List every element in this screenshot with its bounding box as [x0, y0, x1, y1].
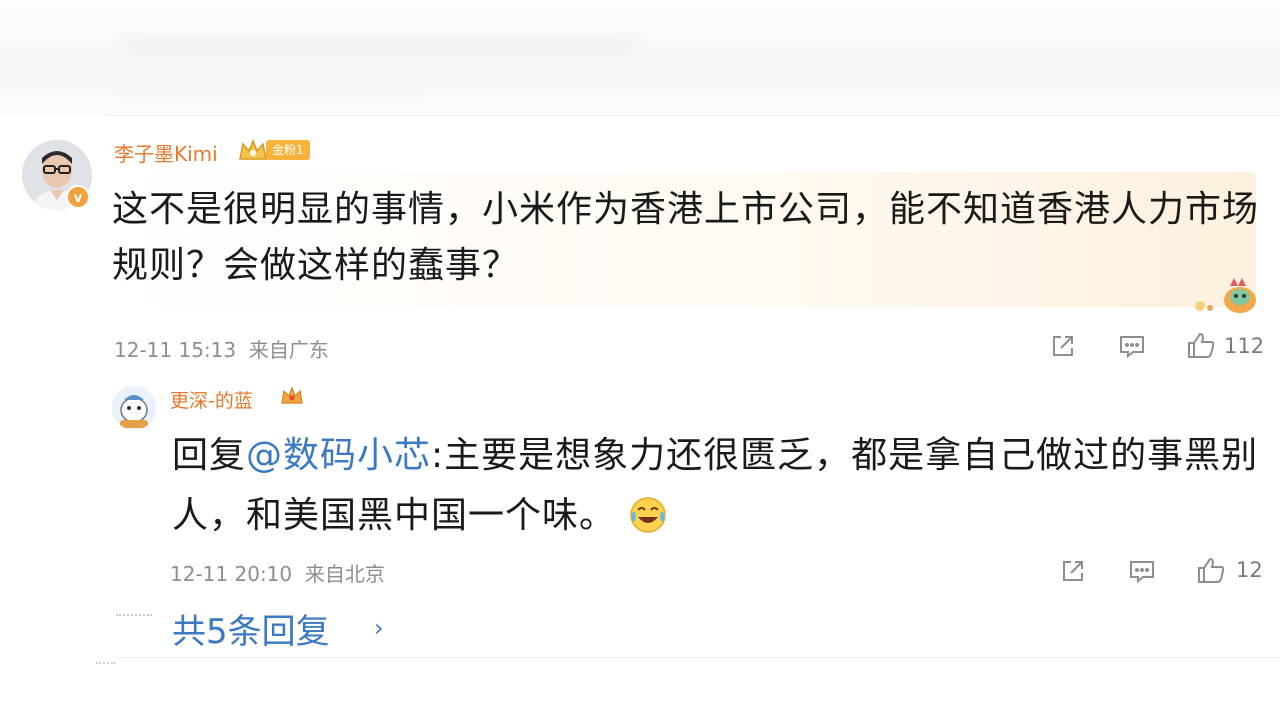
like-icon[interactable]	[1196, 556, 1226, 584]
laugh-cry-emoji-icon	[628, 494, 668, 534]
comment-text: 这不是很明显的事情，小米作为香港上市公司，能不知道香港人力市场规则？会做这样的蠢…	[112, 189, 1260, 286]
reply-username[interactable]: 更深-的蓝	[170, 386, 253, 413]
comment-timestamp: 12-11 15:13	[114, 338, 237, 362]
divider	[106, 115, 1280, 116]
comment-location: 来自广东	[248, 338, 329, 362]
reply-prefix: 回复	[172, 435, 247, 476]
thread-dots	[96, 662, 116, 666]
reply-avatar[interactable]	[112, 386, 156, 430]
blurred-previous-content	[0, 0, 1280, 115]
fan-badge: 金粉1	[266, 140, 310, 160]
reply-meta: 12-11 20:10 来自北京	[170, 558, 385, 587]
view-more-replies-link[interactable]: 共5条回复	[172, 604, 330, 653]
verified-icon: v	[66, 185, 90, 209]
divider	[120, 657, 1280, 658]
blurred-line	[120, 40, 640, 54]
reply-location: 来自北京	[304, 562, 385, 586]
share-icon[interactable]	[1060, 558, 1086, 584]
comment-meta: 12-11 15:13 来自广东	[114, 334, 329, 363]
blurred-line	[120, 78, 420, 88]
thread-dots	[116, 614, 152, 618]
bubble-decoration-icon	[1195, 278, 1256, 313]
comment-icon[interactable]	[1118, 333, 1146, 359]
reply-text: 回复@数码小芯:主要是想象力还很匮乏，都是拿自己做过的事黑别人，和美国黑中国一个…	[172, 426, 1262, 546]
reply-mention-link[interactable]: @数码小芯	[246, 435, 431, 476]
chevron-right-icon[interactable]: ›	[374, 614, 384, 642]
crown-icon	[281, 386, 303, 404]
comment-username[interactable]: 李子墨Kimi	[114, 138, 218, 167]
crown-icon	[239, 138, 267, 160]
like-icon[interactable]	[1186, 331, 1216, 359]
reply-like-count: 12	[1236, 558, 1263, 582]
reply-timestamp: 12-11 20:10	[170, 562, 293, 586]
comment-icon[interactable]	[1128, 558, 1156, 584]
like-count: 112	[1224, 334, 1265, 358]
share-icon[interactable]	[1050, 333, 1076, 359]
